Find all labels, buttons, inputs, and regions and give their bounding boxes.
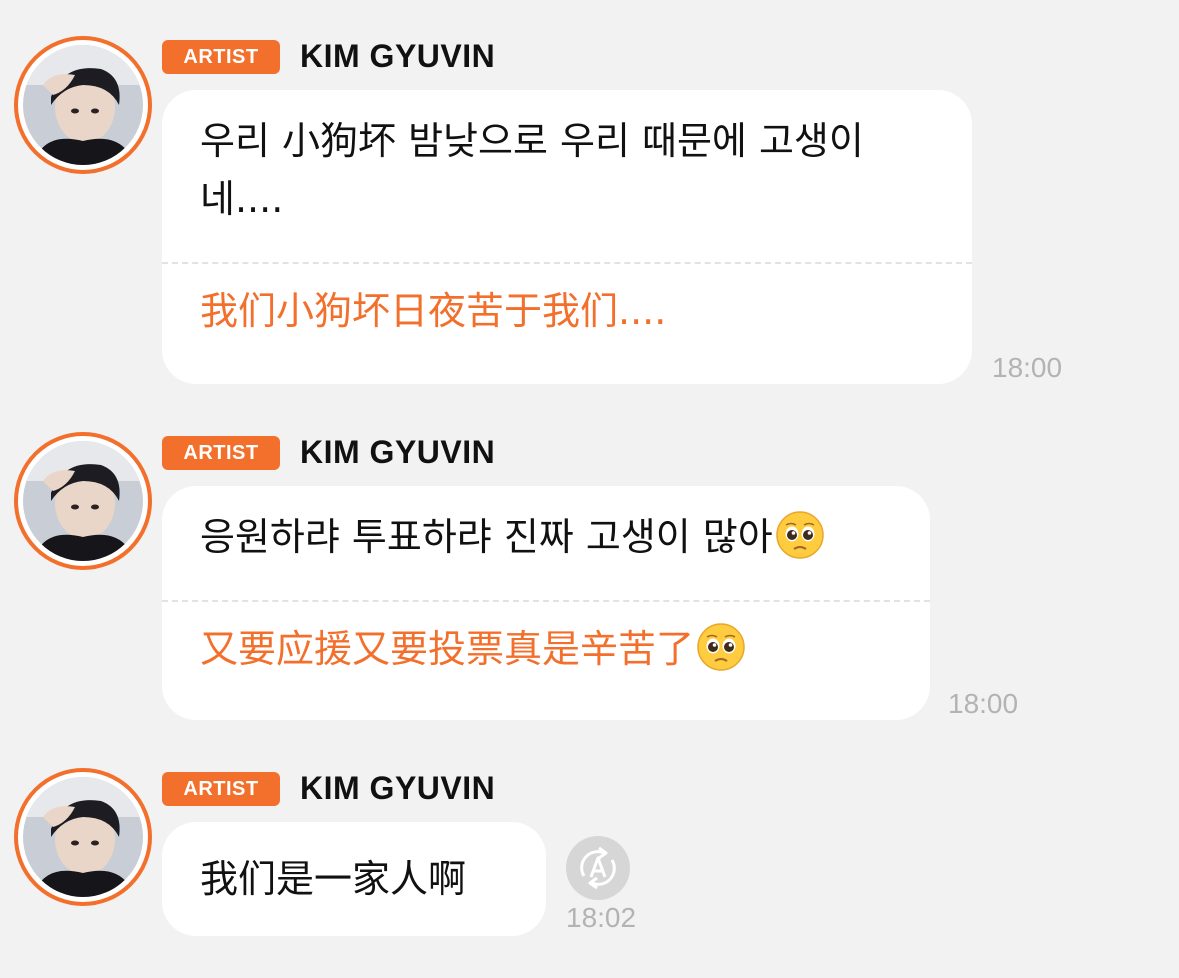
avatar-photo xyxy=(23,441,143,561)
avatar-photo xyxy=(23,45,143,165)
message-text-chinese: 又要应援又要投票真是辛苦了 xyxy=(200,627,695,671)
message-text: 我们是一家人啊 xyxy=(200,857,467,901)
message-bubble[interactable]: 응원하랴 투표하랴 진짜 고생이 많아 又要应援又要投票真是辛苦了 xyxy=(162,486,930,720)
translate-icon xyxy=(580,846,616,890)
avatar[interactable] xyxy=(14,36,152,174)
message-timestamp: 18:02 xyxy=(566,902,637,933)
pleading-face-icon xyxy=(697,623,745,671)
artist-badge: ARTIST xyxy=(162,772,280,806)
message-bubble[interactable]: 我们是一家人啊 xyxy=(162,822,546,936)
artist-badge: ARTIST xyxy=(162,436,280,470)
message-timestamp: 18:00 xyxy=(948,688,1019,719)
translate-button[interactable] xyxy=(566,836,630,900)
sender-name[interactable]: KIM GYUVIN xyxy=(300,432,495,472)
sender-name[interactable]: KIM GYUVIN xyxy=(300,768,495,808)
message-text-korean-row: 응원하랴 투표하랴 진짜 고생이 많아 xyxy=(162,486,930,600)
pleading-face-icon xyxy=(775,511,824,559)
message-timestamp: 18:00 xyxy=(992,352,1063,383)
message-bubble[interactable]: 우리 小狗坏 밤낮으로 우리 때문에 고생이 네.... 我们小狗坏日夜苦于我们… xyxy=(162,90,972,384)
sender-name[interactable]: KIM GYUVIN xyxy=(300,36,495,76)
avatar[interactable] xyxy=(14,432,152,570)
message-text-korean: 응원하랴 투표하랴 진짜 고생이 많아 xyxy=(200,515,773,559)
avatar-photo xyxy=(23,777,143,897)
artist-badge: ARTIST xyxy=(162,40,280,74)
message-text-korean: 우리 小狗坏 밤낮으로 우리 때문에 고생이 네.... xyxy=(200,119,864,221)
message-text-chinese-row: 又要应援又要投票真是辛苦了 xyxy=(162,602,930,702)
message-text-chinese: 我们小狗坏日夜苦于我们.... xyxy=(200,289,667,333)
avatar[interactable] xyxy=(14,768,152,906)
